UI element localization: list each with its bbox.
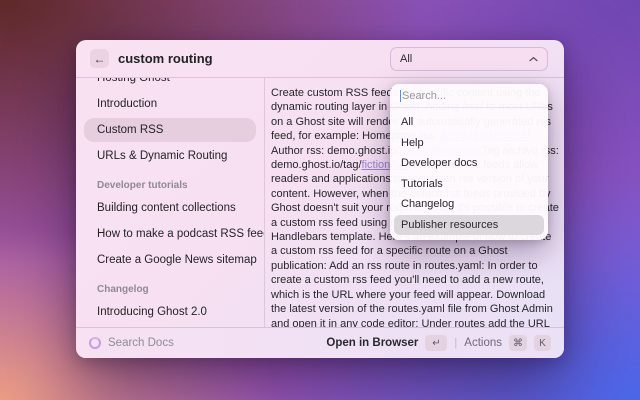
dropdown-option-publisher-resources[interactable]: Publisher resources	[394, 215, 544, 236]
dropdown-search-input[interactable]	[402, 90, 538, 102]
back-button[interactable]: ←	[90, 49, 109, 68]
dropdown-option-changelog[interactable]: Changelog	[394, 194, 544, 215]
actions-button[interactable]: Actions	[464, 337, 502, 349]
return-keycap: ↵	[425, 335, 447, 351]
dropdown-option-help[interactable]: Help	[394, 133, 544, 154]
open-in-browser-button[interactable]: Open in Browser	[326, 337, 418, 349]
category-select[interactable]: All	[390, 47, 548, 71]
sidebar: Hosting Ghost Introduction Custom RSS UR…	[76, 78, 264, 327]
dropdown-search-row	[390, 84, 548, 108]
chevron-up-icon	[529, 56, 538, 62]
dropdown-option-all[interactable]: All	[394, 112, 544, 133]
text-caret	[400, 90, 401, 102]
dropdown-option-developer-docs[interactable]: Developer docs	[394, 153, 544, 174]
sidebar-section-changelog: Changelog	[84, 280, 256, 298]
sidebar-item-google-news-sitemap[interactable]: Create a Google News sitemap	[84, 248, 256, 272]
command-keycap: ⌘	[509, 335, 527, 351]
sidebar-item-custom-rss[interactable]: Custom RSS	[84, 118, 256, 142]
footer-divider: |	[454, 337, 457, 349]
k-keycap: K	[534, 335, 551, 351]
category-dropdown-panel: All Help Developer docs Tutorials Change…	[390, 84, 548, 240]
dropdown-option-list: All Help Developer docs Tutorials Change…	[390, 108, 548, 235]
dropdown-option-tutorials[interactable]: Tutorials	[394, 174, 544, 195]
loading-ring-icon	[89, 337, 101, 349]
sidebar-item-building-content-collections[interactable]: Building content collections	[84, 196, 256, 220]
footer-search-input[interactable]: Search Docs	[108, 337, 326, 349]
article-text: Author rss: demo.ghost.io/	[271, 145, 399, 157]
sidebar-item-introducing-ghost-2-0[interactable]: Introducing Ghost 2.0	[84, 300, 256, 324]
sidebar-section-developer-tutorials: Developer tutorials	[84, 176, 256, 194]
back-arrow-icon: ←	[94, 52, 106, 66]
sidebar-item-introduction[interactable]: Introduction	[84, 92, 256, 116]
desktop-background: { "header": { "back_label": "←", "title"…	[0, 0, 640, 400]
sidebar-item-urls-dynamic-routing[interactable]: URLs & Dynamic Routing	[84, 144, 256, 168]
page-title: custom routing	[118, 51, 213, 66]
sidebar-item-hosting-ghost[interactable]: Hosting Ghost	[84, 78, 256, 90]
sidebar-item-podcast-rss-feed[interactable]: How to make a podcast RSS feed	[84, 222, 256, 246]
modal-footer: Search Docs Open in Browser ↵ | Actions …	[76, 327, 564, 358]
footer-actions-group: Open in Browser ↵ | Actions ⌘ K	[326, 335, 551, 351]
search-docs-modal: ← custom routing All Hosting Ghost Intro…	[76, 40, 564, 358]
modal-header: ← custom routing All	[76, 40, 564, 78]
category-select-value: All	[400, 53, 412, 65]
